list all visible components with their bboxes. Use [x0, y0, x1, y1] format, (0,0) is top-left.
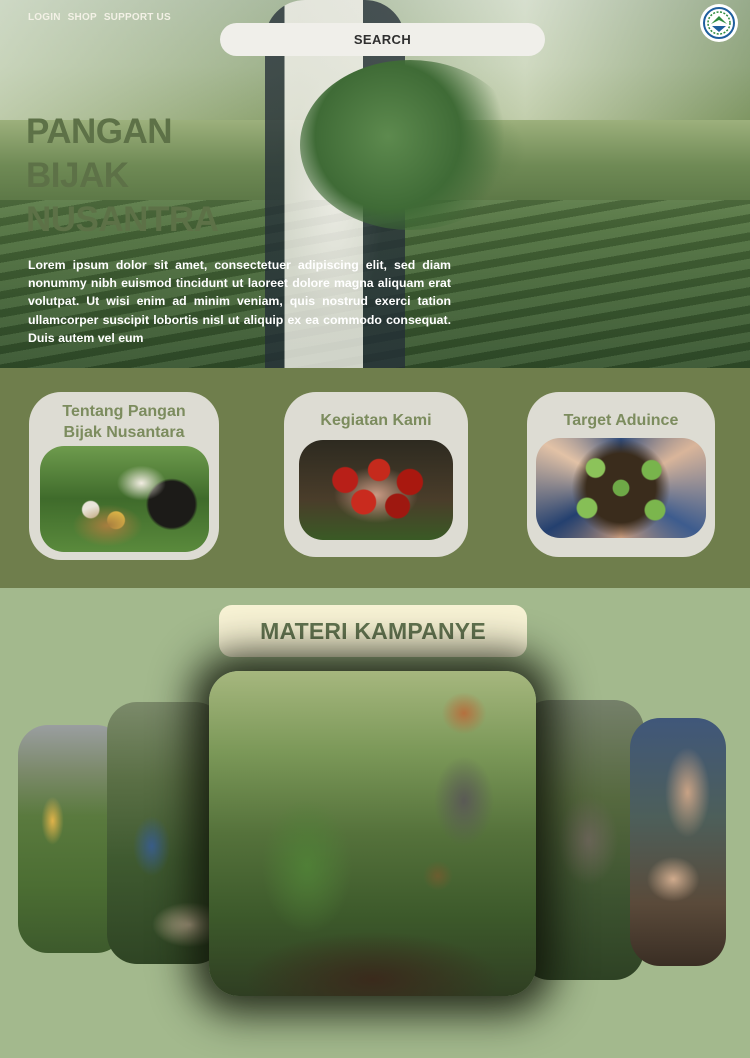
card-title: Target Aduince — [563, 412, 679, 429]
card-title: Tentang Pangan Bijak Nusantara — [29, 401, 219, 443]
hero-title-line: PANGAN — [26, 112, 173, 151]
top-nav: LOGIN SHOP SUPPORT US — [28, 12, 171, 23]
ministry-emblem-icon — [703, 7, 735, 39]
hero-description: Lorem ipsum dolor sit amet, consectetuer… — [28, 258, 451, 345]
nav-shop-link[interactable]: SHOP — [68, 12, 97, 23]
search-bar[interactable]: SEARCH — [220, 23, 545, 56]
card-title-line: Bijak Nusantara — [63, 424, 185, 441]
nav-login-link[interactable]: LOGIN — [28, 12, 61, 23]
card-title-line: Tentang Pangan — [62, 403, 186, 420]
carousel-photo-seedling-hands[interactable] — [630, 718, 726, 966]
card-target[interactable]: Target Aduince — [527, 392, 715, 557]
tomatoes-in-hands-photo — [299, 440, 453, 540]
card-tentang[interactable]: Tentang Pangan Bijak Nusantara — [29, 392, 219, 560]
card-kegiatan[interactable]: Kegiatan Kami — [284, 392, 468, 557]
search-label: SEARCH — [353, 32, 412, 47]
nav-support-link[interactable]: SUPPORT US — [104, 12, 171, 23]
cabbage-bundle — [300, 60, 520, 230]
ministry-logo[interactable] — [700, 4, 738, 42]
seedlings-circle-photo — [536, 438, 706, 538]
hero-title-line: BIJAK — [26, 156, 129, 195]
materi-kampanye-heading: MATERI KAMPANYE — [219, 605, 527, 657]
harvest-basket-photo — [40, 446, 209, 552]
hero-title-line: NUSANTRA — [26, 200, 219, 239]
materi-title: MATERI KAMPANYE — [260, 617, 486, 644]
carousel-photo-community-gardening[interactable] — [209, 671, 536, 996]
carousel-photo-planting[interactable] — [107, 702, 225, 964]
card-title: Kegiatan Kami — [320, 412, 432, 429]
hero-title: PANGAN BIJAK NUSANTRA — [26, 110, 219, 242]
carousel-photo-garden-work[interactable] — [520, 700, 644, 980]
